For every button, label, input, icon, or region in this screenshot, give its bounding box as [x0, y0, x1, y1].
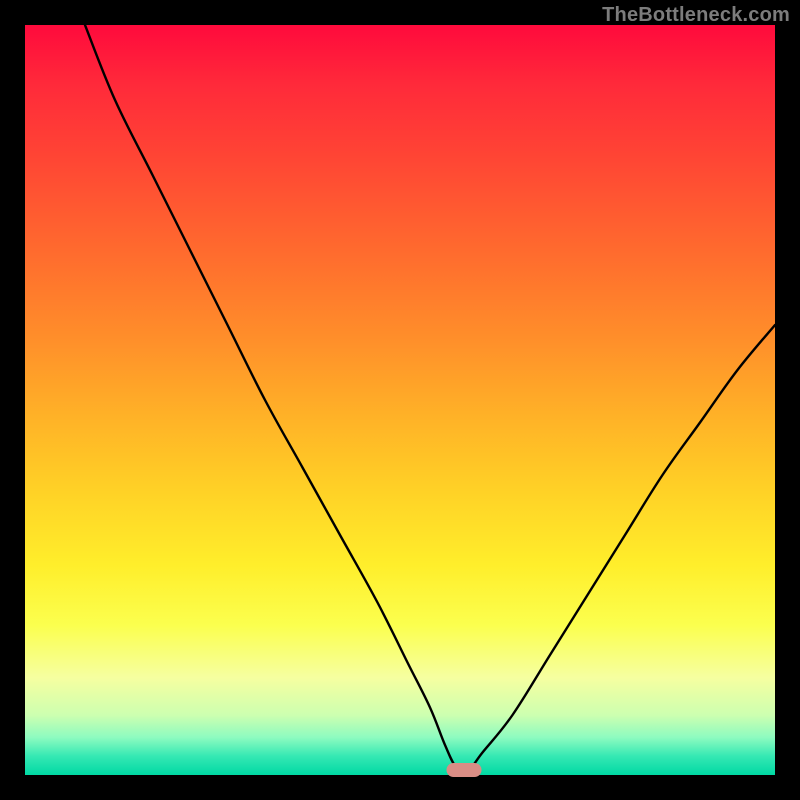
watermark-text: TheBottleneck.com: [602, 4, 790, 27]
plot-area: [25, 25, 775, 775]
chart-frame: TheBottleneck.com: [0, 0, 800, 800]
bottleneck-curve: [85, 25, 775, 773]
curve-svg: [25, 25, 775, 775]
minimum-marker: [446, 763, 481, 777]
